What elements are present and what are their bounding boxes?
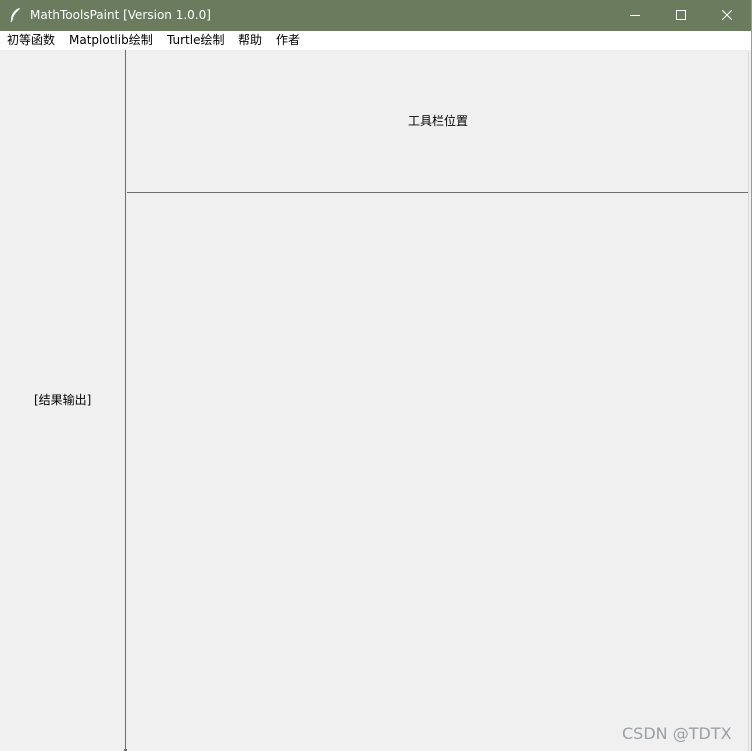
minimize-button[interactable] (612, 0, 658, 31)
right-border (748, 52, 749, 751)
drawing-canvas[interactable] (127, 194, 748, 751)
feather-icon (8, 7, 22, 23)
menu-turtle-draw[interactable]: Turtle绘制 (167, 33, 224, 48)
toolbar-area: 工具栏位置 (127, 52, 748, 193)
menu-matplotlib-draw[interactable]: Matplotlib绘制 (69, 33, 153, 48)
close-icon (722, 10, 732, 20)
menu-elementary-functions[interactable]: 初等函数 (7, 33, 55, 48)
menu-help[interactable]: 帮助 (238, 33, 262, 48)
result-output-panel: [结果输出] (0, 50, 126, 751)
maximize-icon (676, 10, 686, 20)
title-bar[interactable]: MathToolsPaint [Version 1.0.0] (0, 0, 751, 31)
watermark-text: CSDN @TDTX (622, 724, 732, 743)
minimize-icon (630, 15, 640, 16)
close-button[interactable] (704, 0, 750, 31)
app-window: MathToolsPaint [Version 1.0.0] 初等函数 Matp… (0, 0, 752, 751)
maximize-button[interactable] (658, 0, 704, 31)
window-title: MathToolsPaint [Version 1.0.0] (30, 8, 211, 22)
menu-bar: 初等函数 Matplotlib绘制 Turtle绘制 帮助 作者 (0, 31, 751, 50)
menu-author[interactable]: 作者 (276, 33, 300, 48)
result-output-label: [结果输出] (34, 393, 92, 407)
toolbar-placeholder-label: 工具栏位置 (408, 114, 469, 128)
